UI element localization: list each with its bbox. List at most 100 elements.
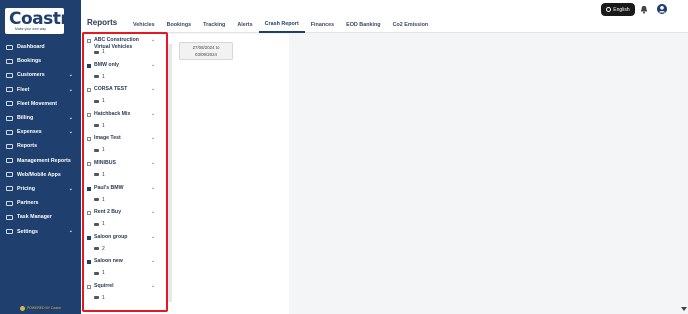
group-name: Squirrel	[94, 282, 114, 289]
group-checkbox[interactable]	[87, 211, 91, 216]
group-checkbox[interactable]	[87, 112, 91, 117]
car-icon	[94, 271, 99, 275]
list-item[interactable]: Hatchback Mix ⌄ 1	[83, 108, 166, 133]
chevron-down-icon[interactable]: ⌄	[151, 37, 155, 43]
nav-icon	[6, 186, 13, 192]
tab-alerts[interactable]: Alerts	[231, 16, 258, 33]
chevron-down-icon[interactable]: ⌄	[151, 111, 155, 117]
sidebar-item-reports[interactable]: Reports	[0, 139, 81, 153]
car-icon	[94, 99, 99, 103]
group-vehicle-count: 1	[94, 221, 105, 227]
chevron-down-icon[interactable]: ⌄	[151, 135, 155, 141]
sidebar-item-web-mobile-apps[interactable]: Web/Mobile Apps	[0, 168, 81, 182]
tab-eod-banking[interactable]: EOD Banking	[340, 16, 386, 33]
chevron-down-icon: ⌄	[68, 129, 73, 136]
brand-logo[interactable]: Coastr Make your own way	[5, 8, 69, 34]
list-item[interactable]: Rent 2 Buy ⌄ 1	[83, 206, 166, 231]
language-label: English	[613, 6, 630, 13]
car-icon	[94, 247, 99, 251]
group-checkbox[interactable]	[87, 88, 91, 93]
sidebar-item-expenses[interactable]: Expenses ⌄	[0, 125, 81, 139]
list-item[interactable]: Paul's BMW ⌄ 1	[83, 182, 166, 207]
tab-bookings[interactable]: Bookings	[161, 16, 198, 33]
group-name: Rent 2 Buy	[94, 209, 122, 216]
sidebar-item-task-manager[interactable]: Task Manager	[0, 210, 81, 224]
scroll-down-icon[interactable]	[681, 307, 687, 311]
sidebar-item-label: Expenses	[17, 129, 42, 136]
group-checkbox[interactable]	[87, 235, 91, 240]
logo-text: Coastr	[9, 9, 69, 29]
group-checkbox[interactable]	[87, 284, 91, 289]
chevron-down-icon[interactable]: ⌄	[151, 185, 155, 191]
group-count-value: 1	[102, 49, 105, 55]
group-checkbox[interactable]	[87, 137, 91, 142]
group-list-scrollbar[interactable]	[168, 44, 172, 302]
nav-icon	[6, 229, 13, 235]
list-item[interactable]: Saloon new ⌄ 1	[83, 255, 166, 280]
sidebar-nav: Dashboard Bookings Customers ⌄ Fleet ⌄ Fleet M…	[0, 40, 81, 239]
nav-icon	[6, 72, 13, 78]
tab-tracking[interactable]: Tracking	[197, 16, 231, 33]
sidebar-item-label: Task Manager	[17, 214, 52, 221]
sidebar-item-pricing[interactable]: Pricing ⌄	[0, 182, 81, 196]
sidebar-item-billing[interactable]: Billing ⌄	[0, 111, 81, 125]
nav-icon	[6, 101, 13, 107]
user-avatar-icon[interactable]	[657, 4, 667, 14]
chevron-down-icon: ⌄	[68, 228, 73, 235]
date-range-end: 03/09/2024	[195, 51, 217, 57]
bell-icon[interactable]	[640, 5, 648, 14]
list-item[interactable]: MINIBUS ⌄ 1	[83, 157, 166, 182]
group-name: Image Test	[94, 135, 121, 142]
list-item[interactable]: Image Test ⌄ 1	[83, 132, 166, 157]
group-count-value: 1	[102, 221, 105, 228]
list-item[interactable]: Saloon group ⌄ 2	[83, 231, 166, 256]
car-icon	[94, 296, 99, 300]
car-icon	[94, 148, 99, 152]
group-count-value: 1	[102, 294, 105, 301]
chevron-down-icon[interactable]: ⌄	[151, 209, 155, 215]
tab-vehicles[interactable]: Vehicles	[127, 16, 161, 33]
tab-co2-emission[interactable]: Co2 Emission	[387, 16, 435, 33]
group-count-value: 1	[102, 147, 105, 154]
nav-icon	[6, 158, 13, 164]
sidebar-item-management-reports[interactable]: Management Reports	[0, 154, 81, 168]
list-item[interactable]: Squirrel ⌄ 1	[83, 280, 166, 305]
sidebar-item-fleet-movement[interactable]: Fleet Movement	[0, 97, 81, 111]
sidebar-item-dashboard[interactable]: Dashboard	[0, 40, 81, 54]
chevron-down-icon[interactable]: ⌄	[151, 86, 155, 92]
list-item[interactable]: BMW only ⌄ 1	[83, 59, 166, 84]
group-name: MINIBUS	[94, 159, 116, 166]
group-count-value: 1	[102, 98, 105, 105]
group-count-value: 1	[102, 270, 105, 277]
globe-icon	[606, 7, 612, 12]
tab-crash-report[interactable]: Crash Report	[258, 16, 305, 33]
group-checkbox[interactable]	[87, 260, 91, 265]
group-checkbox[interactable]	[87, 63, 91, 68]
chevron-down-icon[interactable]: ⌄	[151, 234, 155, 240]
nav-icon	[6, 172, 13, 178]
sidebar-item-label: Web/Mobile Apps	[17, 171, 61, 178]
sidebar-item-customers[interactable]: Customers ⌄	[0, 68, 81, 82]
list-item[interactable]: ABC Construction Virtual Vehicles ⌄ 1	[83, 34, 166, 59]
chevron-down-icon[interactable]: ⌄	[151, 283, 155, 289]
list-item[interactable]: CORSA TEST ⌄ 1	[83, 83, 166, 108]
group-vehicle-count: 1	[94, 123, 105, 129]
sidebar-item-partners[interactable]: Partners	[0, 196, 81, 210]
page-title: Reports	[87, 18, 118, 27]
car-icon	[94, 50, 99, 54]
group-checkbox[interactable]	[87, 186, 91, 191]
group-checkbox[interactable]	[87, 39, 91, 43]
sidebar-item-label: Reports	[17, 143, 38, 150]
date-range-display[interactable]: 27/08/2024 to 03/09/2024	[179, 42, 233, 60]
language-button[interactable]: English	[601, 3, 635, 16]
chevron-down-icon[interactable]: ⌄	[151, 62, 155, 68]
tab-finances[interactable]: Finances	[305, 16, 340, 33]
group-checkbox[interactable]	[87, 161, 91, 166]
chevron-down-icon[interactable]: ⌄	[151, 258, 155, 264]
sidebar-item-label: Pricing	[17, 185, 35, 192]
sidebar-item-bookings[interactable]: Bookings	[0, 54, 81, 68]
chevron-down-icon[interactable]: ⌄	[151, 160, 155, 166]
car-icon	[94, 198, 99, 202]
sidebar-item-settings[interactable]: Settings ⌄	[0, 224, 81, 238]
sidebar-item-fleet[interactable]: Fleet ⌄	[0, 83, 81, 97]
